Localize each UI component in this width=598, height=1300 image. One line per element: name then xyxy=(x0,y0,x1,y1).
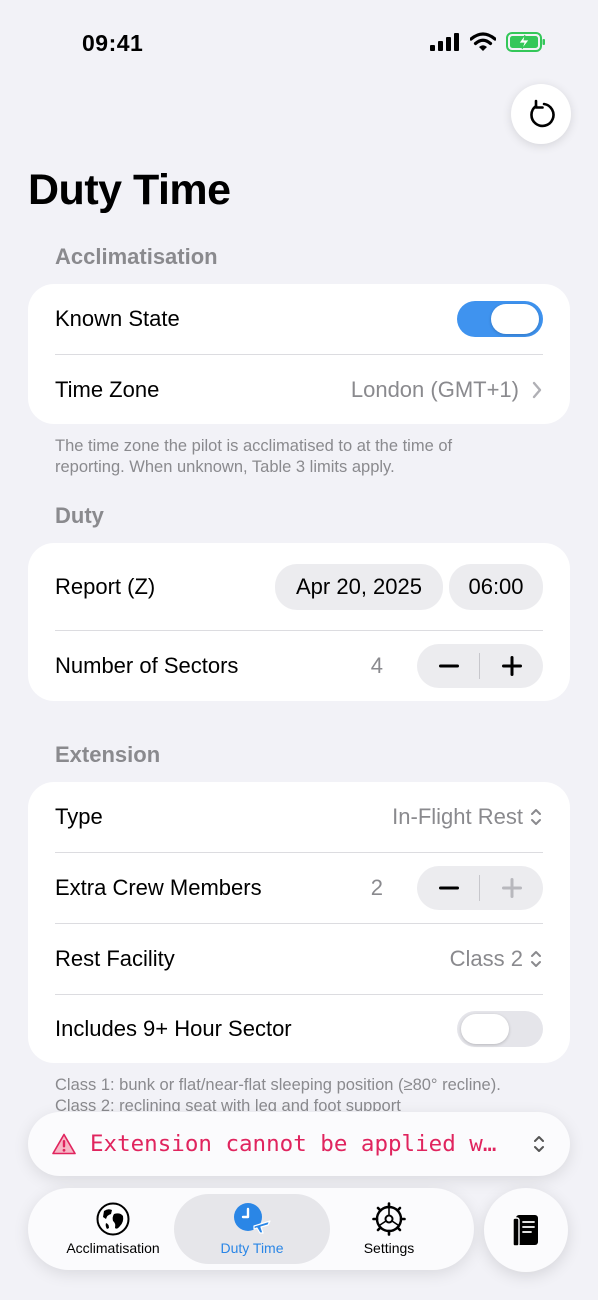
clock-plane-icon xyxy=(234,1203,271,1234)
tab-settings[interactable]: Settings xyxy=(324,1194,454,1264)
report-time-picker[interactable]: 06:00 xyxy=(449,564,543,610)
alert-banner[interactable]: Extension cannot be applied w… xyxy=(28,1112,570,1176)
chevron-up-down-icon xyxy=(531,809,541,825)
duty-card: Report (Z) Apr 20, 2025 06:00 Number of … xyxy=(28,543,570,701)
nine-hour-label: Includes 9+ Hour Sector xyxy=(55,1016,292,1041)
extra-crew-label: Extra Crew Members xyxy=(55,875,262,900)
extra-crew-increment-button[interactable] xyxy=(480,866,543,910)
plus-icon xyxy=(501,656,522,676)
report-date-picker[interactable]: Apr 20, 2025 xyxy=(275,564,443,610)
rest-facility-row[interactable]: Rest Facility Class 2 xyxy=(55,924,543,994)
status-icons xyxy=(430,32,546,52)
page-title: Duty Time xyxy=(28,166,231,214)
rest-facility-label: Rest Facility xyxy=(55,946,175,971)
time-zone-label: Time Zone xyxy=(55,376,160,402)
rest-facility-value: Class 2 xyxy=(449,946,523,971)
status-time: 09:41 xyxy=(82,30,144,56)
extra-crew-decrement-button[interactable] xyxy=(417,866,480,910)
minus-icon xyxy=(438,664,459,668)
section-header-acclimatisation: Acclimatisation xyxy=(55,244,218,269)
sectors-row: Number of Sectors 4 xyxy=(55,631,543,701)
nine-hour-toggle[interactable] xyxy=(457,1011,543,1047)
sectors-value: 4 xyxy=(370,653,383,678)
sectors-decrement-button[interactable] xyxy=(417,644,480,688)
chevron-up-down-icon xyxy=(531,951,541,967)
tab-duty-time-label: Duty Time xyxy=(220,1240,284,1256)
tab-acclimatisation-label: Acclimatisation xyxy=(66,1240,160,1256)
sectors-stepper xyxy=(417,644,543,688)
book-icon xyxy=(512,1215,538,1247)
minus-icon xyxy=(438,886,459,890)
gear-icon xyxy=(372,1202,406,1236)
tab-bar: Acclimatisation Duty Time Settings xyxy=(28,1188,474,1270)
extension-type-row[interactable]: Type In-Flight Rest xyxy=(55,782,543,852)
time-zone-row[interactable]: Time Zone London (GMT+1) xyxy=(55,355,543,424)
battery-charging-icon xyxy=(506,32,545,52)
known-state-row: Known State xyxy=(55,284,543,354)
alert-text: Extension cannot be applied w… xyxy=(90,1131,497,1157)
section-header-duty: Duty xyxy=(55,503,104,528)
reset-icon xyxy=(530,99,555,128)
report-label: Report (Z) xyxy=(55,574,156,599)
warning-icon xyxy=(52,1133,76,1155)
sectors-increment-button[interactable] xyxy=(480,644,543,688)
tab-settings-label: Settings xyxy=(363,1240,415,1256)
report-row: Report (Z) Apr 20, 2025 06:00 xyxy=(55,543,543,631)
extra-crew-stepper xyxy=(417,866,543,910)
nine-hour-row: Includes 9+ Hour Sector xyxy=(55,995,543,1063)
acclimatisation-card: Known State Time Zone London (GMT+1) xyxy=(28,284,570,424)
cellular-signal-icon xyxy=(430,33,459,51)
plus-icon xyxy=(501,878,522,898)
reset-button[interactable] xyxy=(511,84,571,144)
wifi-icon xyxy=(470,32,496,51)
tab-acclimatisation[interactable]: Acclimatisation xyxy=(46,1194,180,1264)
section-header-extension: Extension xyxy=(55,742,161,767)
time-zone-value: London (GMT+1) xyxy=(350,376,519,402)
extra-crew-row: Extra Crew Members 2 xyxy=(55,853,543,923)
known-state-toggle[interactable] xyxy=(457,301,543,337)
acclimatisation-footnote: The time zone the pilot is acclimatised … xyxy=(55,437,453,476)
tab-duty-time[interactable]: Duty Time xyxy=(174,1194,330,1264)
known-state-label: Known State xyxy=(55,306,180,331)
extension-type-value: In-Flight Rest xyxy=(392,804,523,829)
chevron-up-down-icon xyxy=(534,1136,544,1152)
notes-button[interactable] xyxy=(484,1188,568,1272)
chevron-right-icon xyxy=(532,381,542,398)
extra-crew-value: 2 xyxy=(370,875,383,900)
extension-footnote: Class 1: bunk or flat/near-flat sleeping… xyxy=(55,1076,501,1111)
globe-icon xyxy=(96,1202,130,1236)
sectors-label: Number of Sectors xyxy=(55,653,239,678)
extension-card: Type In-Flight Rest Extra Crew Members 2… xyxy=(28,782,570,1063)
extension-type-label: Type xyxy=(55,804,103,829)
